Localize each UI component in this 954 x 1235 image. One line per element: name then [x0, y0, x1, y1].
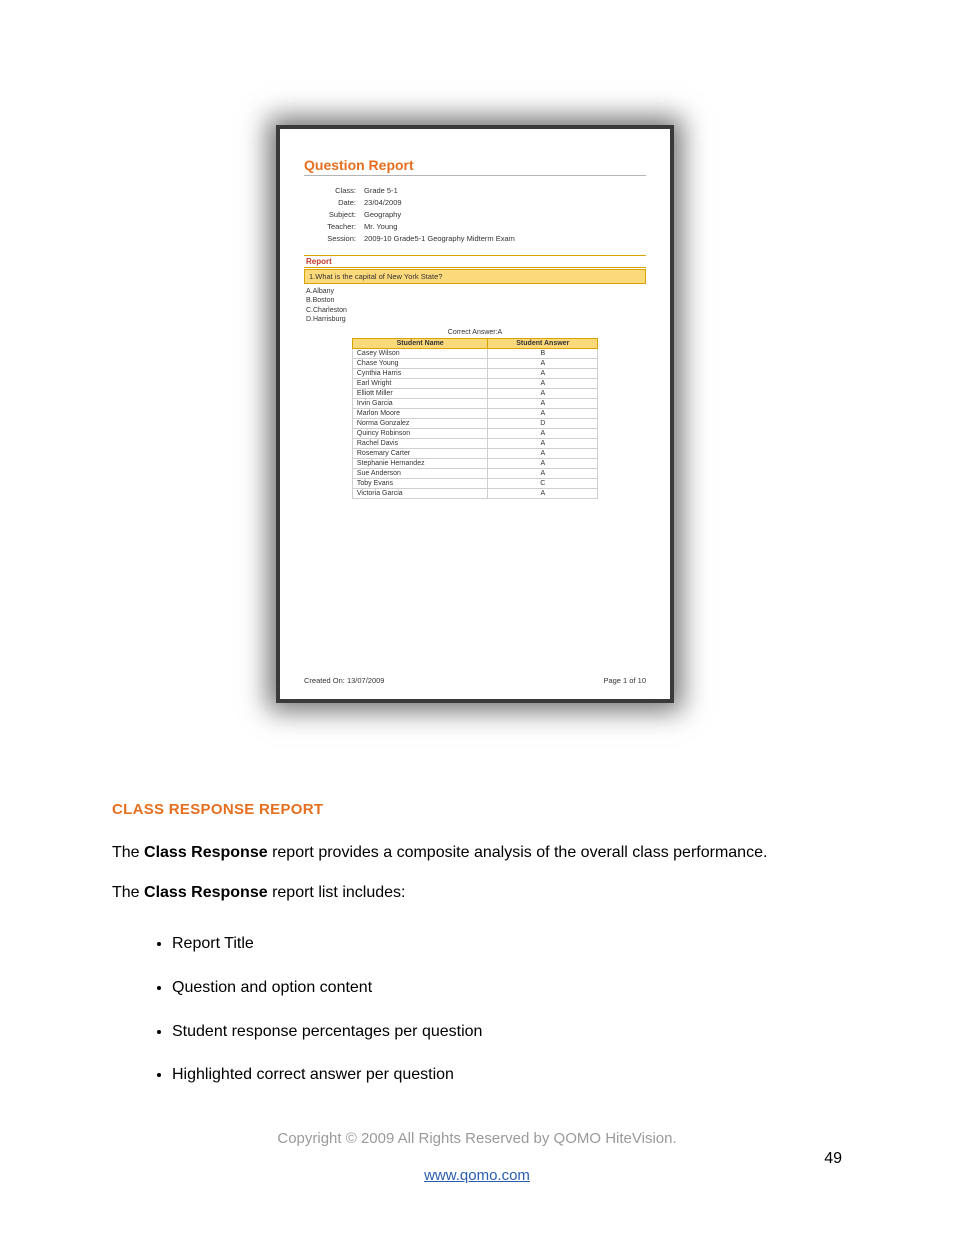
meta-label: Session:: [304, 234, 356, 243]
student-name-cell: Cynthia Harris: [352, 368, 488, 378]
student-answer-cell: A: [488, 428, 598, 438]
option-c: C.Charleston: [306, 306, 646, 315]
table-row: Elliott MillerA: [352, 388, 597, 398]
meta-label: Date:: [304, 198, 356, 207]
list-item: Report Title: [172, 933, 852, 955]
meta-row-teacher: Teacher: Mr. Young: [304, 222, 646, 231]
table-row: Earl WrightA: [352, 378, 597, 388]
student-answer-cell: A: [488, 398, 598, 408]
student-name-cell: Irvin Garcia: [352, 398, 488, 408]
copyright: Copyright © 2009 All Rights Reserved by …: [277, 1130, 676, 1147]
option-d: D.Harrisburg: [306, 315, 646, 324]
table-row: Cynthia HarrisA: [352, 368, 597, 378]
page-footer: Copyright © 2009 All Rights Reserved by …: [0, 1130, 954, 1184]
student-name-cell: Quincy Robinson: [352, 428, 488, 438]
table-row: Rachel DavisA: [352, 438, 597, 448]
student-name-cell: Stephanie Hernandez: [352, 458, 488, 468]
meta-value: Geography: [364, 210, 401, 219]
student-answer-cell: A: [488, 448, 598, 458]
meta-row-date: Date: 23/04/2009: [304, 198, 646, 207]
text-span: report provides a composite analysis of …: [268, 844, 768, 861]
student-name-cell: Rosemary Carter: [352, 448, 488, 458]
paragraph-1: The Class Response report provides a com…: [112, 842, 852, 864]
meta-value: 2009-10 Grade5-1 Geography Midterm Exam: [364, 234, 515, 243]
table-row: Victoria GarciaA: [352, 488, 597, 498]
list-item: Student response percentages per questio…: [172, 1021, 852, 1043]
bold-span: Class Response: [144, 884, 268, 901]
table-row: Rosemary CarterA: [352, 448, 597, 458]
student-name-cell: Toby Evans: [352, 478, 488, 488]
meta-row-subject: Subject: Geography: [304, 210, 646, 219]
table-row: Marlon MooreA: [352, 408, 597, 418]
col-student-name: Student Name: [352, 338, 488, 348]
text-span: The: [112, 884, 144, 901]
table-row: Toby EvansC: [352, 478, 597, 488]
report-inner: Question Report Class: Grade 5-1 Date: 2…: [280, 129, 670, 699]
report-section-head: Report: [304, 255, 646, 268]
student-name-cell: Norma Gonzalez: [352, 418, 488, 428]
text-span: The: [112, 844, 144, 861]
table-row: Stephanie HernandezA: [352, 458, 597, 468]
created-on: Created On: 13/07/2009: [304, 676, 384, 685]
meta-value: Grade 5-1: [364, 186, 398, 195]
page-number: 49: [824, 1150, 842, 1168]
option-b: B.Boston: [306, 296, 646, 305]
report-page: Page 1 of 10: [603, 676, 646, 685]
student-answer-cell: A: [488, 368, 598, 378]
report-meta: Class: Grade 5-1 Date: 23/04/2009 Subjec…: [304, 186, 646, 243]
table-row: Norma GonzalezD: [352, 418, 597, 428]
section-heading: CLASS RESPONSE REPORT: [112, 800, 852, 820]
student-answer-cell: A: [488, 388, 598, 398]
student-answer-cell: A: [488, 358, 598, 368]
student-name-cell: Chase Young: [352, 358, 488, 368]
bullet-list: Report Title Question and option content…: [172, 933, 852, 1085]
student-name-cell: Elliott Miller: [352, 388, 488, 398]
report-footer: Created On: 13/07/2009 Page 1 of 10: [304, 676, 646, 685]
student-answer-cell: D: [488, 418, 598, 428]
correct-answer: Correct Answer:A: [304, 329, 646, 336]
report-title: Question Report: [304, 157, 646, 176]
meta-row-class: Class: Grade 5-1: [304, 186, 646, 195]
meta-value: Mr. Young: [364, 222, 397, 231]
website-link[interactable]: www.qomo.com: [0, 1167, 954, 1184]
student-name-cell: Sue Anderson: [352, 468, 488, 478]
col-student-answer: Student Answer: [488, 338, 598, 348]
student-answer-cell: A: [488, 438, 598, 448]
body-content: CLASS RESPONSE REPORT The Class Response…: [112, 800, 852, 1108]
meta-label: Class:: [304, 186, 356, 195]
student-answer-cell: A: [488, 468, 598, 478]
option-a: A.Albany: [306, 287, 646, 296]
table-row: Irvin GarciaA: [352, 398, 597, 408]
meta-label: Subject:: [304, 210, 356, 219]
student-answers-table: Student Name Student Answer Casey Wilson…: [352, 338, 598, 499]
table-row: Quincy RobinsonA: [352, 428, 597, 438]
list-item: Highlighted correct answer per question: [172, 1064, 852, 1086]
student-answer-cell: A: [488, 458, 598, 468]
table-row: Sue AndersonA: [352, 468, 597, 478]
student-name-cell: Earl Wright: [352, 378, 488, 388]
student-answer-cell: B: [488, 348, 598, 358]
list-item: Question and option content: [172, 977, 852, 999]
text-span: report list includes:: [268, 884, 406, 901]
table-row: Chase YoungA: [352, 358, 597, 368]
student-name-cell: Rachel Davis: [352, 438, 488, 448]
student-name-cell: Marlon Moore: [352, 408, 488, 418]
document-page: Question Report Class: Grade 5-1 Date: 2…: [0, 0, 954, 1235]
student-answer-cell: A: [488, 378, 598, 388]
question-report-preview: Question Report Class: Grade 5-1 Date: 2…: [276, 125, 674, 703]
meta-row-session: Session: 2009-10 Grade5-1 Geography Midt…: [304, 234, 646, 243]
meta-value: 23/04/2009: [364, 198, 402, 207]
student-answer-cell: C: [488, 478, 598, 488]
student-answer-cell: A: [488, 408, 598, 418]
bold-span: Class Response: [144, 844, 268, 861]
paragraph-2: The Class Response report list includes:: [112, 882, 852, 904]
question-text: 1.What is the capital of New York State?: [304, 269, 646, 284]
student-name-cell: Victoria Garcia: [352, 488, 488, 498]
meta-label: Teacher:: [304, 222, 356, 231]
table-row: Casey WilsonB: [352, 348, 597, 358]
answer-options: A.Albany B.Boston C.Charleston D.Harrisb…: [306, 287, 646, 325]
student-name-cell: Casey Wilson: [352, 348, 488, 358]
student-answer-cell: A: [488, 488, 598, 498]
